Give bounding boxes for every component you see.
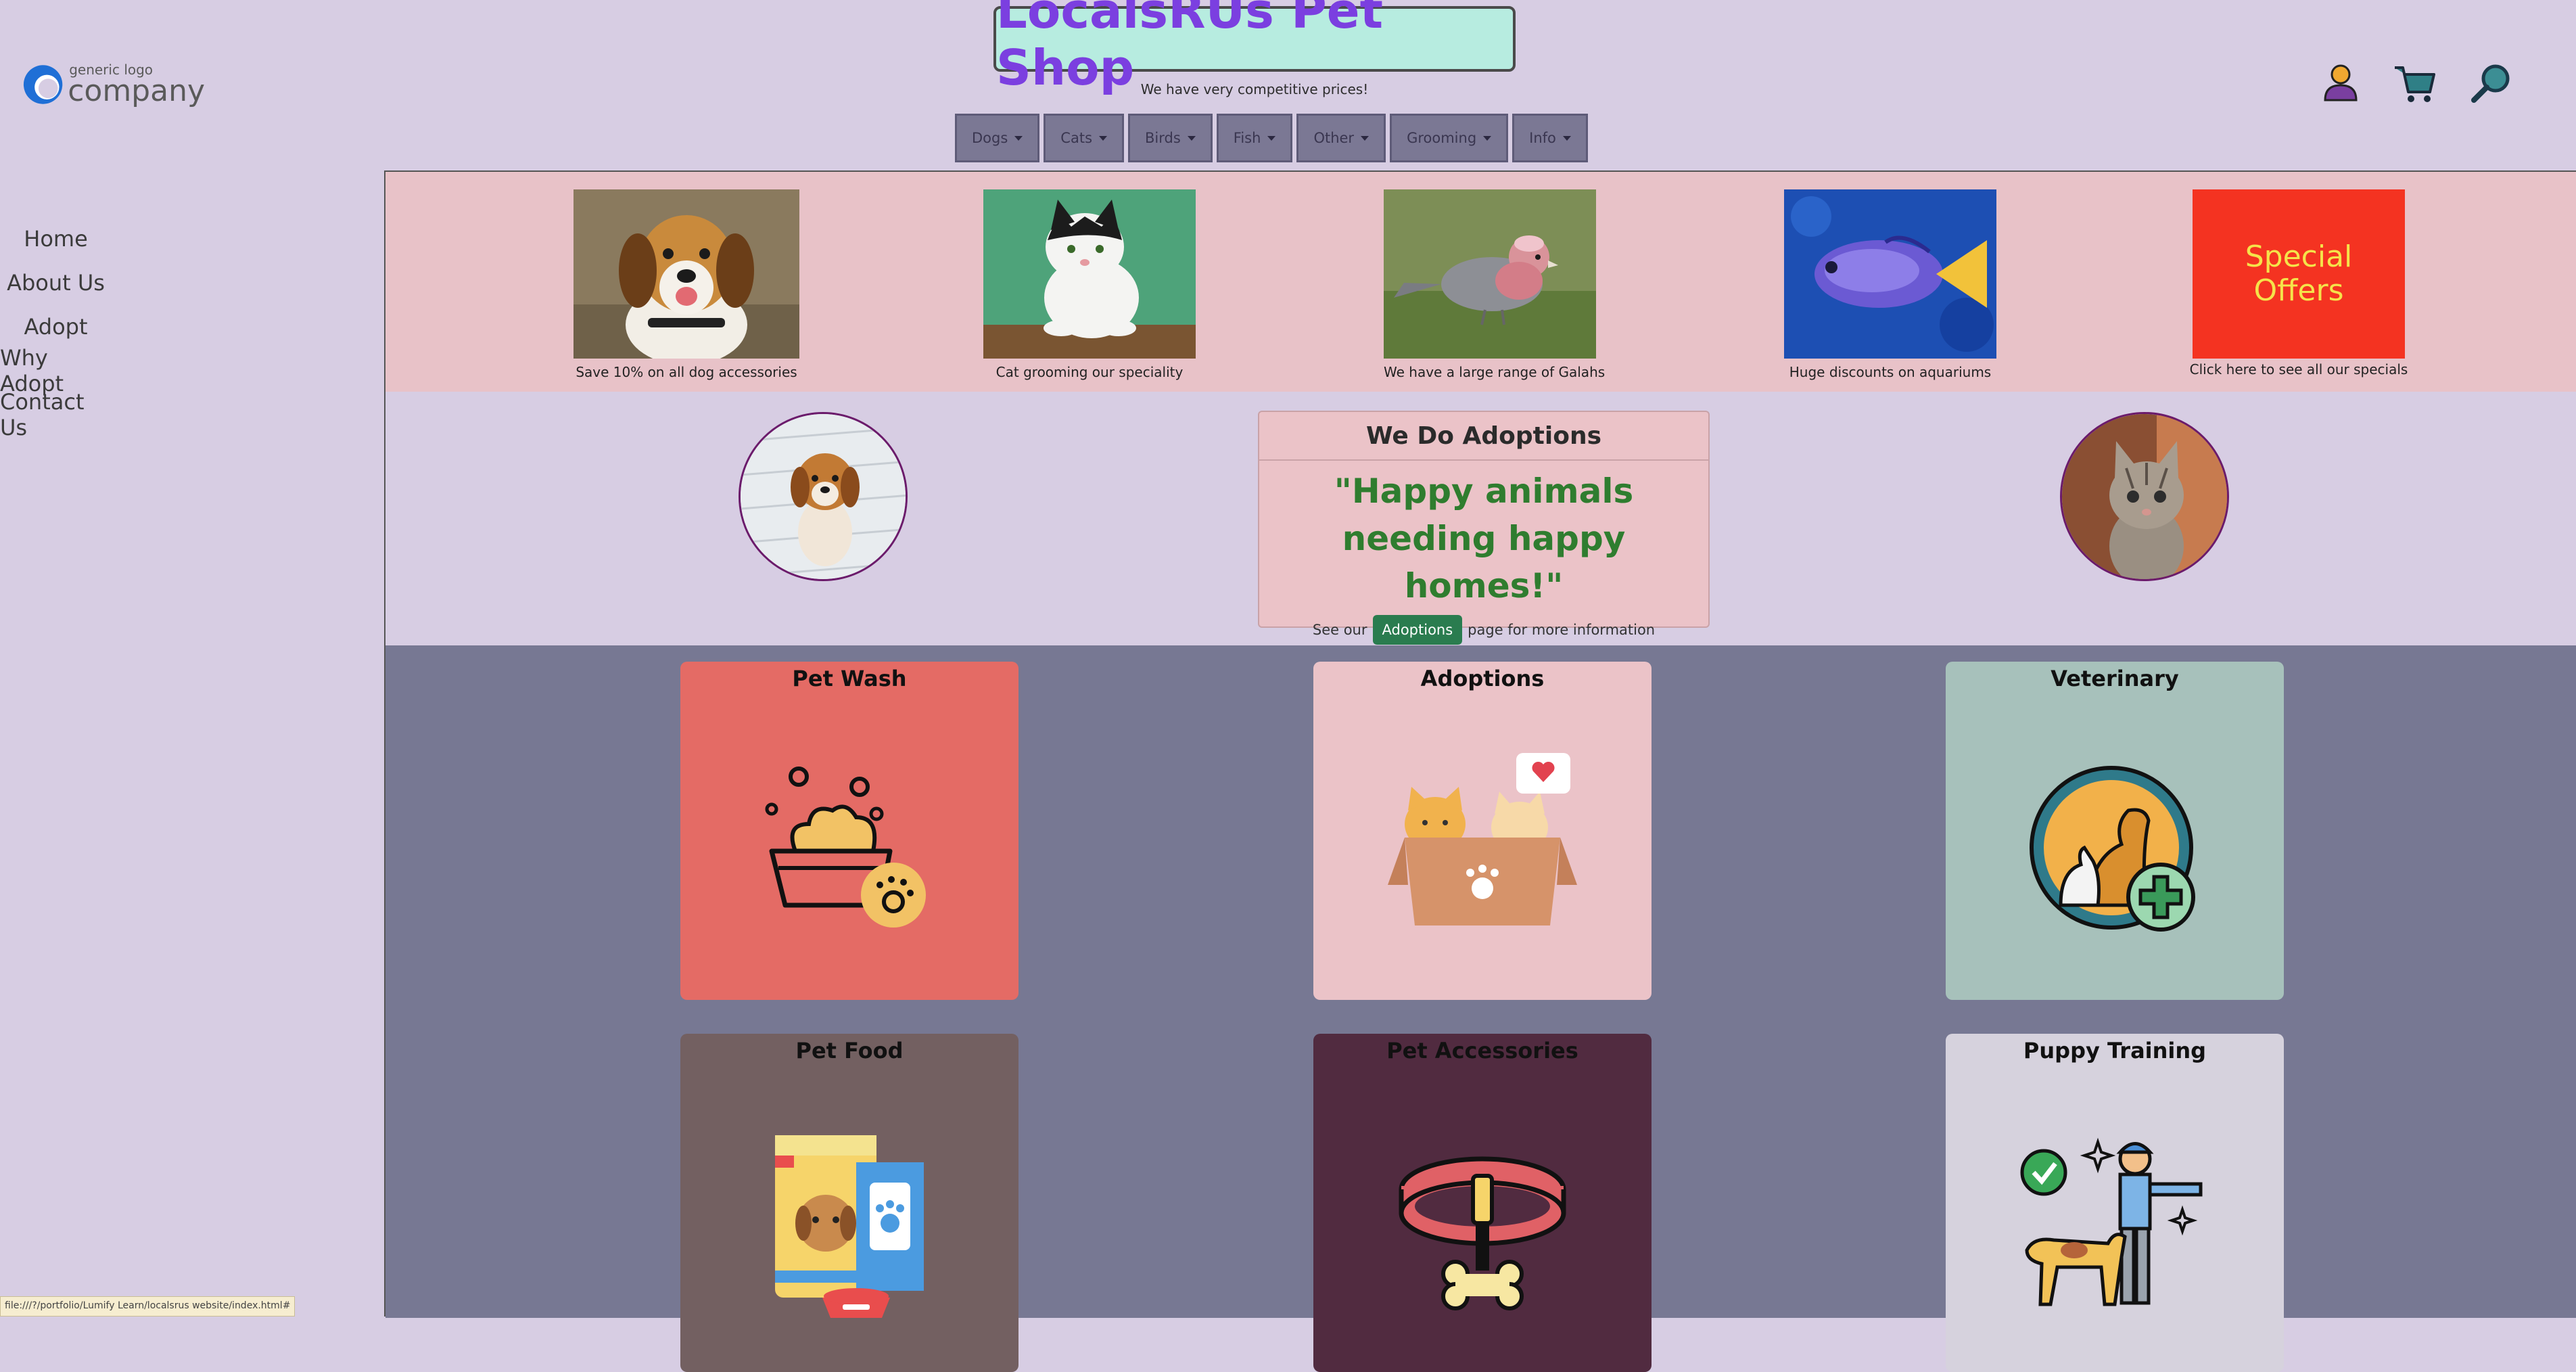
service-title: Pet Accessories [1386,1038,1578,1064]
sidebar-item-adopt[interactable]: Adopt [0,304,112,348]
service-card-pet-accessories[interactable]: Pet Accessories [1313,1034,1652,1372]
service-card-pet-food[interactable]: Pet Food [680,1034,1018,1372]
menu-label: Fish [1233,130,1261,146]
services-grid: Pet Wash Adoptions Veterinary Pet Food P… [385,645,2576,1372]
promo-caption: Save 10% on all dog accessories [576,364,797,380]
menu-label: Cats [1060,130,1093,146]
promo-fish[interactable]: Huge discounts on aquariums [1784,189,1996,380]
promo-caption: Cat grooming our speciality [996,364,1184,380]
sidebar-item-contact-us[interactable]: Contact Us [0,389,112,440]
promo-specials[interactable]: Special Offers Click here to see all our… [2180,189,2417,378]
service-card-veterinary[interactable]: Veterinary [1946,662,2284,1000]
service-card-pet-wash[interactable]: Pet Wash [680,662,1018,1000]
user-icon[interactable] [2317,60,2364,107]
sidebar-item-why-adopt[interactable]: Why Adopt [0,345,112,396]
site-title: LocalsRUs Pet Shop [993,0,1516,96]
service-title: Pet Food [795,1038,904,1064]
menu-grooming[interactable]: Grooming [1390,114,1509,162]
company-logo[interactable]: generic logo company [22,61,205,108]
search-icon[interactable] [2468,60,2516,107]
adoptions-pre-text: See our [1312,622,1367,638]
menu-label: Other [1313,130,1355,146]
pet-wash-icon [765,767,926,928]
veterinary-icon [2030,766,2195,932]
adoptions-quote: "Happy animals needing happy homes!" [1334,472,1634,605]
menu-label: Dogs [972,130,1008,146]
promo-dogs[interactable]: Save 10% on all dog accessories [573,189,799,380]
adoptions-band: We Do Adoptions "Happy animals needing h… [385,392,2576,645]
adoptions-more-line: See our Adoptions page for more informat… [1259,615,1708,645]
service-title: Pet Wash [792,666,907,691]
kitten-photo [2060,412,2229,581]
menu-info[interactable]: Info [1512,114,1588,162]
menu-label: Info [1529,130,1556,146]
promo-caption: We have a large range of Galahs [1384,364,1606,380]
logo-swirl-icon [23,65,63,104]
sidebar-item-home[interactable]: Home [0,216,112,260]
service-card-puppy-training[interactable]: Puppy Training [1946,1034,2284,1372]
service-title: Puppy Training [2023,1038,2207,1064]
adoptions-card: We Do Adoptions "Happy animals needing h… [1258,411,1710,645]
caret-down-icon [1361,135,1369,141]
pet-food-icon [775,1135,924,1318]
collar-icon [1399,1156,1566,1310]
service-card-adoptions[interactable]: Adoptions [1313,662,1652,1000]
sidebar-item-about-us[interactable]: About Us [0,260,112,304]
special-offers-text: Special Offers [2245,239,2353,308]
caret-down-icon [1099,135,1108,141]
logo-big-text: company [68,74,205,108]
menu-other[interactable]: Other [1296,114,1386,162]
sidebar-nav: Home About Us Adopt Why Adopt Contact Us [0,216,112,440]
adoptions-post-text: page for more information [1468,622,1656,638]
service-title: Adoptions [1420,666,1545,691]
menu-dogs[interactable]: Dogs [955,114,1040,162]
caret-down-icon [1267,135,1276,141]
menu-label: Birds [1145,130,1181,146]
promo-caption: Click here to see all our specials [2189,361,2408,378]
beagle-photo [573,189,799,365]
caret-down-icon [1562,135,1571,141]
caret-down-icon [1187,135,1196,141]
service-title: Veterinary [2051,666,2179,691]
adoption-box-icon [1388,753,1577,925]
fish-photo [1784,189,1996,359]
promo-cats[interactable]: Cat grooming our speciality [983,189,1196,380]
main-content: Save 10% on all dog accessories Cat groo… [384,170,2576,1372]
puppy-photo [739,412,908,581]
caret-down-icon [1483,135,1492,141]
cat-photo [983,189,1196,359]
promo-birds[interactable]: We have a large range of Galahs [1384,189,1606,380]
menu-fish[interactable]: Fish [1216,114,1293,162]
top-menu: Dogs Cats Birds Fish Other Grooming Info [955,114,1588,162]
special-offers-banner: Special Offers [2193,189,2405,359]
adoptions-card-heading: We Do Adoptions [1259,412,1708,461]
tagline: We have very competitive prices! [1140,81,1369,97]
menu-birds[interactable]: Birds [1128,114,1213,162]
galah-photo [1384,189,1596,359]
adoptions-button[interactable]: Adoptions [1372,615,1463,645]
caret-down-icon [1014,135,1023,141]
training-icon [2020,1137,2203,1306]
promo-band: Save 10% on all dog accessories Cat groo… [385,172,2576,392]
cart-icon[interactable] [2391,60,2438,107]
browser-status-bar: file:///?/portfolio/Lumify Learn/localsr… [0,1296,296,1317]
menu-label: Grooming [1407,130,1477,146]
menu-cats[interactable]: Cats [1044,114,1125,162]
promo-caption: Huge discounts on aquariums [1789,364,1992,380]
